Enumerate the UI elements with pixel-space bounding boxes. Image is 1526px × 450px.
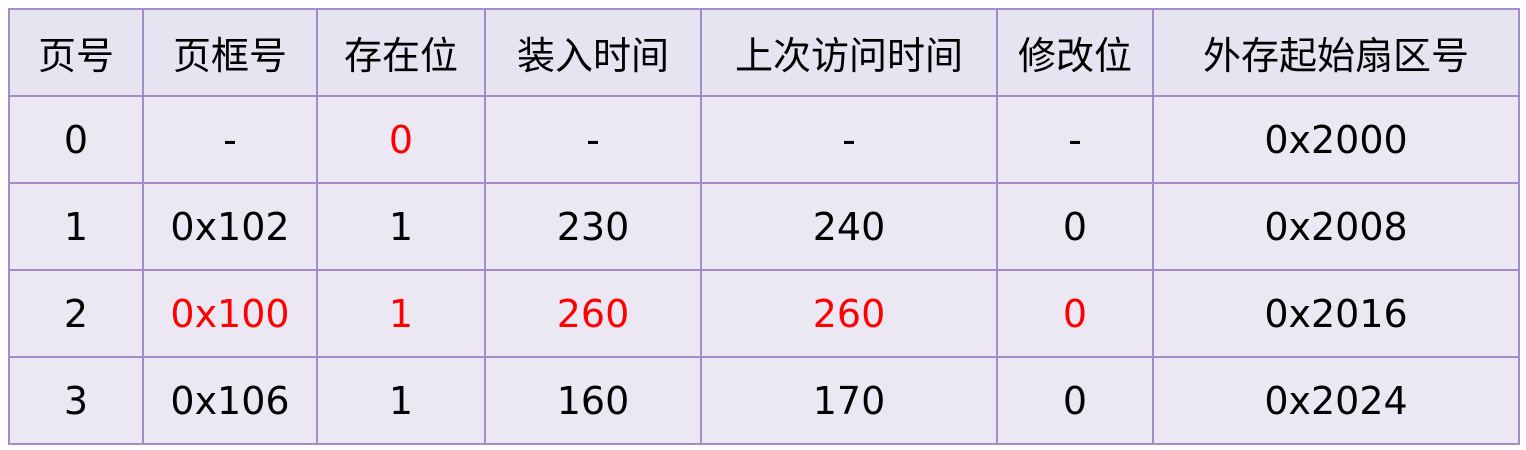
cell-modified-bit: 0 (996, 356, 1154, 445)
cell-load-time: 230 (484, 182, 702, 271)
cell-modified-bit: 0 (996, 182, 1154, 271)
table-row: 0 - 0 - - - 0x2000 (8, 95, 1520, 184)
table-header-row: 页号 页框号 存在位 装入时间 上次访问时间 修改位 外存起始扇区号 (8, 8, 1520, 97)
header-page-number: 页号 (8, 8, 144, 97)
cell-last-access-time: 240 (700, 182, 998, 271)
cell-load-time: 260 (484, 269, 702, 358)
cell-modified-bit: 0 (996, 269, 1154, 358)
cell-disk-start-sector: 0x2016 (1152, 269, 1520, 358)
page-table: 页号 页框号 存在位 装入时间 上次访问时间 修改位 外存起始扇区号 0 - 0… (8, 8, 1520, 445)
table-row: 1 0x102 1 230 240 0 0x2008 (8, 182, 1520, 271)
cell-modified-bit: - (996, 95, 1154, 184)
header-disk-start-sector: 外存起始扇区号 (1152, 8, 1520, 97)
header-present-bit: 存在位 (316, 8, 486, 97)
cell-present-bit: 1 (316, 182, 486, 271)
cell-load-time: 160 (484, 356, 702, 445)
cell-page-number: 3 (8, 356, 144, 445)
cell-disk-start-sector: 0x2000 (1152, 95, 1520, 184)
cell-last-access-time: 260 (700, 269, 998, 358)
header-last-access-time: 上次访问时间 (700, 8, 998, 97)
cell-page-number: 2 (8, 269, 144, 358)
cell-frame-number: - (142, 95, 318, 184)
cell-last-access-time: - (700, 95, 998, 184)
cell-page-number: 1 (8, 182, 144, 271)
cell-present-bit: 1 (316, 269, 486, 358)
cell-last-access-time: 170 (700, 356, 998, 445)
header-load-time: 装入时间 (484, 8, 702, 97)
cell-load-time: - (484, 95, 702, 184)
cell-disk-start-sector: 0x2024 (1152, 356, 1520, 445)
cell-frame-number: 0x102 (142, 182, 318, 271)
page-table-container: 页号 页框号 存在位 装入时间 上次访问时间 修改位 外存起始扇区号 0 - 0… (8, 8, 1520, 445)
cell-present-bit: 0 (316, 95, 486, 184)
table-row: 2 0x100 1 260 260 0 0x2016 (8, 269, 1520, 358)
cell-frame-number: 0x106 (142, 356, 318, 445)
header-modified-bit: 修改位 (996, 8, 1154, 97)
header-frame-number: 页框号 (142, 8, 318, 97)
cell-frame-number: 0x100 (142, 269, 318, 358)
table-row: 3 0x106 1 160 170 0 0x2024 (8, 356, 1520, 445)
cell-page-number: 0 (8, 95, 144, 184)
cell-disk-start-sector: 0x2008 (1152, 182, 1520, 271)
cell-present-bit: 1 (316, 356, 486, 445)
